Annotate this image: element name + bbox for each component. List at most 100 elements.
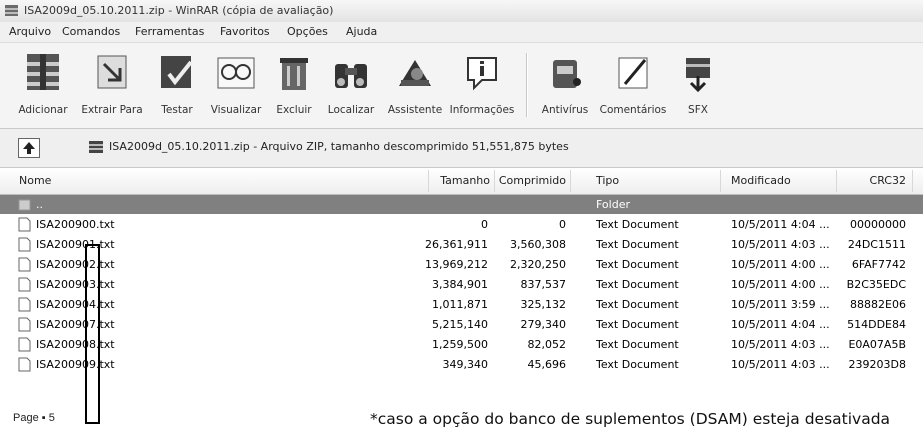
menu-arquivo[interactable]: Arquivo — [9, 25, 51, 38]
table-row[interactable]: ISA200908.txt 1,259,500 82,052 Text Docu… — [0, 335, 923, 354]
title-bar[interactable]: ISA2009d_05.10.2011.zip - WinRAR (cópia … — [0, 0, 923, 23]
toolbar-add-button[interactable]: Adicionar — [18, 47, 68, 123]
antivirus-icon — [553, 60, 581, 88]
file-crc: 239203D8 — [848, 358, 906, 371]
column-divider[interactable] — [836, 170, 837, 192]
file-name: ISA200901.txt — [36, 238, 115, 251]
menu-ajuda[interactable]: Ajuda — [346, 25, 377, 38]
column-header-packed[interactable]: Comprimido — [496, 174, 566, 187]
toolbar-antivirus-label: Antivírus — [541, 104, 589, 116]
column-header-size[interactable]: Tamanho — [430, 174, 490, 187]
table-row[interactable]: ISA200909.txt 349,340 45,696 Text Docume… — [0, 355, 923, 374]
wizard-icon — [399, 60, 431, 86]
column-divider[interactable] — [720, 170, 721, 192]
column-divider[interactable] — [912, 170, 913, 192]
delete-icon — [280, 58, 308, 90]
file-size: 0 — [481, 218, 488, 231]
toolbar-view-label: Visualizar — [210, 104, 262, 116]
file-modified: 10/5/2011 4:04 ... — [731, 218, 830, 231]
menu-favoritos[interactable]: Favoritos — [220, 25, 270, 38]
toolbar-comment-label: Comentários — [599, 104, 667, 116]
column-header-crc[interactable]: CRC32 — [840, 174, 906, 187]
toolbar-delete-button[interactable]: Excluir — [272, 47, 316, 123]
file-crc: 24DC1511 — [847, 238, 906, 251]
sfx-icon — [686, 58, 710, 93]
column-header-modified[interactable]: Modificado — [731, 174, 791, 187]
file-crc: 00000000 — [850, 218, 906, 231]
toolbar-comment-button[interactable]: Comentários — [600, 47, 666, 123]
file-packed: 279,340 — [520, 318, 567, 331]
test-icon — [161, 56, 193, 88]
archive-path-text: ISA2009d_05.10.2011.zip - Arquivo ZIP, t… — [109, 140, 569, 153]
file-packed: 45,696 — [527, 358, 567, 371]
file-size: 349,340 — [442, 358, 489, 371]
file-packed: 837,537 — [520, 278, 567, 291]
info-icon — [467, 57, 497, 91]
toolbar-test-button[interactable]: Testar — [155, 47, 199, 123]
column-header-name[interactable]: Nome — [19, 174, 51, 187]
toolbar-test-label: Testar — [161, 104, 193, 116]
up-folder-button[interactable] — [18, 138, 40, 158]
file-type: Text Document — [596, 218, 679, 231]
menu-bar: Arquivo Comandos Ferramentas Favoritos O… — [0, 22, 923, 43]
column-divider[interactable] — [428, 170, 429, 192]
text-file-icon — [18, 217, 31, 232]
file-packed: 3,560,308 — [510, 238, 566, 251]
arrow-up-icon — [23, 142, 35, 154]
winrar-app-icon — [5, 5, 18, 16]
menu-comandos[interactable]: Comandos — [62, 25, 120, 38]
toolbar-sfx-button[interactable]: SFX — [676, 47, 720, 123]
toolbar-info-button[interactable]: Informações — [450, 47, 514, 123]
table-row[interactable]: ISA200900.txt 0 0 Text Document 10/5/201… — [0, 215, 923, 234]
file-modified: 10/5/2011 4:00 ... — [731, 278, 830, 291]
file-list-header: Nome Tamanho Comprimido Tipo Modificado … — [0, 168, 923, 195]
parent-folder-row[interactable]: .. Folder — [0, 195, 923, 214]
footnote-text: *caso a opção do banco de suplementos (D… — [370, 410, 891, 428]
file-packed: 2,320,250 — [510, 258, 566, 271]
file-modified: 10/5/2011 4:03 ... — [731, 358, 830, 371]
file-name: ISA200903.txt — [36, 278, 115, 291]
toolbar-wizard-button[interactable]: Assistente — [388, 47, 442, 123]
file-type: Text Document — [596, 298, 679, 311]
table-row[interactable]: ISA200902.txt 13,969,212 2,320,250 Text … — [0, 255, 923, 274]
column-divider[interactable] — [570, 170, 571, 192]
table-row[interactable]: ISA200907.txt 5,215,140 279,340 Text Doc… — [0, 315, 923, 334]
toolbar: Adicionar Extrair Para Testar Visualizar — [0, 43, 923, 129]
toolbar-view-button[interactable]: Visualizar — [210, 47, 262, 123]
file-name: ISA200902.txt — [36, 258, 115, 271]
toolbar-delete-label: Excluir — [276, 104, 312, 116]
file-type: Text Document — [596, 238, 679, 251]
file-size: 1,011,871 — [432, 298, 488, 311]
file-modified: 10/5/2011 4:04 ... — [731, 318, 830, 331]
file-name: ISA200909.txt — [36, 358, 115, 371]
table-row[interactable]: ISA200901.txt 26,361,911 3,560,308 Text … — [0, 235, 923, 254]
menu-opcoes[interactable]: Opções — [287, 25, 328, 38]
file-modified: 10/5/2011 4:03 ... — [731, 238, 830, 251]
column-header-type[interactable]: Tipo — [596, 174, 619, 187]
toolbar-find-button[interactable]: Localizar — [326, 47, 376, 123]
menu-ferramentas[interactable]: Ferramentas — [135, 25, 204, 38]
text-file-icon — [18, 357, 31, 372]
text-file-icon — [18, 277, 31, 292]
file-crc: 6FAF7742 — [851, 258, 906, 271]
file-type: Text Document — [596, 358, 679, 371]
file-modified: 10/5/2011 4:00 ... — [731, 258, 830, 271]
table-row[interactable]: ISA200903.txt 3,384,901 837,537 Text Doc… — [0, 275, 923, 294]
toolbar-find-label: Localizar — [327, 104, 375, 116]
add-archive-icon — [27, 54, 59, 90]
toolbar-antivirus-button[interactable]: Antivírus — [540, 47, 590, 123]
text-file-icon — [18, 337, 31, 352]
file-type: Folder — [596, 198, 630, 211]
file-crc: 514DDE84 — [847, 318, 906, 331]
text-file-icon — [18, 297, 31, 312]
column-divider[interactable] — [494, 170, 495, 192]
file-name: ISA200904.txt — [36, 298, 115, 311]
toolbar-info-label: Informações — [449, 104, 515, 116]
toolbar-extract-button[interactable]: Extrair Para — [81, 47, 143, 123]
find-icon — [335, 64, 367, 88]
toolbar-wizard-label: Assistente — [387, 104, 443, 116]
view-icon — [217, 57, 255, 89]
text-file-icon — [18, 237, 31, 252]
table-row[interactable]: ISA200904.txt 1,011,871 325,132 Text Doc… — [0, 295, 923, 314]
file-crc: B2C35EDC — [846, 278, 906, 291]
